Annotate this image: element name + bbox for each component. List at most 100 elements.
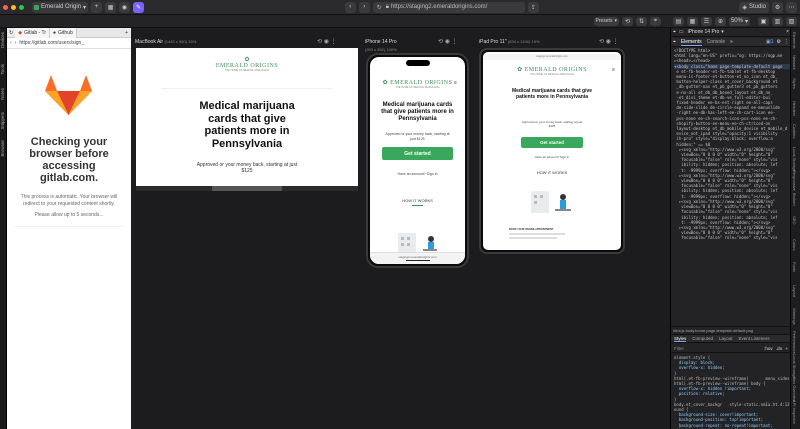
sidebar-toggle-icon[interactable]: ▧ (786, 16, 797, 26)
tab-console[interactable]: Console (707, 39, 725, 45)
zoom-select[interactable]: 50% ▾ (728, 16, 750, 26)
sign-in-link[interactable]: Have an account? Sign in (380, 172, 455, 176)
iphone-viewport[interactable]: ✿ EMERALD ORIGINS THE HOME OF MEDICAL MA… (370, 57, 465, 264)
get-started-button[interactable]: Get started (521, 137, 583, 148)
device-toggle-icon[interactable]: ▭ (679, 29, 684, 35)
devtools-rail-item[interactable]: Seo Overview (792, 377, 797, 402)
close-icon[interactable]: × (786, 29, 789, 35)
view-mode-icon[interactable]: ▤ (672, 16, 684, 26)
project-selector[interactable]: Emerald Origin ▾ (32, 1, 89, 13)
style-rule-line[interactable]: body.et_cover_backgr style-static.nm1a.h… (674, 402, 790, 407)
devtools-rail-item[interactable]: Colors (792, 239, 797, 251)
sync-scroll-icon[interactable]: ⇅ (635, 16, 647, 26)
dom-node-line[interactable]: _db-gutter-nav et_pb_gutter3 et_pb_gutte… (674, 84, 790, 89)
dom-node-line[interactable]: ibility: hidden; position: absolute; lef (674, 215, 790, 220)
devtools-rail-item[interactable]: Cookies (792, 124, 797, 138)
device-actions[interactable]: ⟲ ◉ ⋮ (599, 38, 619, 45)
panel-icon[interactable]: ▥ (772, 16, 783, 26)
back-button[interactable]: ‹ (344, 1, 356, 13)
devtools-rail-item[interactable]: Elements (792, 32, 797, 49)
grid-view-icon[interactable]: ▦ (686, 16, 698, 26)
inspect-element-icon[interactable]: ⌖ (673, 39, 676, 45)
dom-breadcrumb[interactable]: html.js body.home.page-template-default.… (671, 326, 791, 334)
devtools-rail-item[interactable]: Styles (792, 78, 797, 89)
zoom-in-icon[interactable]: ⊕ (714, 16, 726, 26)
ipad-viewport[interactable]: staging2.emeraldorigins.com ✿ EMERALD OR… (483, 52, 621, 250)
camera-icon[interactable]: ◉ (119, 1, 131, 13)
forward-button[interactable]: › (358, 1, 370, 13)
tab-computed[interactable]: Computed (692, 336, 713, 341)
devtools-device-select[interactable]: iPhone 14 Pro (688, 29, 720, 35)
studio-button[interactable]: ◈ Studio (739, 1, 770, 13)
settings-icon[interactable]: ⚙ (777, 39, 781, 45)
inspect-icon[interactable]: ⌖ (649, 16, 661, 26)
side-browser-url-bar[interactable]: ‹ › https://gitlab.com/users/sign_ (7, 38, 131, 49)
layout-icon[interactable]: ▦ (105, 1, 117, 13)
device-actions[interactable]: ⟲ ◉ ⋮ (317, 38, 337, 45)
devtools-rail-item[interactable]: Layout (792, 285, 797, 297)
rail-item-snippets[interactable]: Snippets (0, 112, 7, 130)
rail-item-browser[interactable]: Browser (0, 140, 7, 157)
devtools-rail-item[interactable]: Local Storage (792, 354, 797, 379)
tab-gitlab[interactable]: ◆ Gitlab - Tr (15, 27, 51, 38)
reload-icon[interactable]: ↻ (7, 30, 15, 36)
more-icon[interactable]: ⋮ (784, 39, 789, 45)
dom-node-line[interactable]: ih-pro" style="display:block; overflow:a (674, 136, 790, 141)
minimize-window-icon[interactable] (11, 4, 16, 10)
dom-node-line[interactable]: -right ee-db-has-left-ee-ch-cart-icon ee… (674, 110, 790, 115)
reload-icon[interactable]: ↻ (377, 4, 382, 11)
tab-layout[interactable]: Layout (719, 336, 733, 341)
url-bar[interactable]: ↻ 🔒︎ https://staging2.emeraldorigins.com… (372, 1, 525, 13)
devtools-rail-item[interactable]: Network (792, 55, 797, 70)
add-style-rule-icon[interactable]: + (785, 346, 788, 351)
share-icon[interactable]: ⇪ (527, 1, 539, 13)
forward-icon[interactable]: › (15, 40, 17, 46)
devtools-dock-icon[interactable]: ▣ (758, 16, 769, 26)
back-icon[interactable]: ‹ (10, 40, 12, 46)
devtools-rail-item[interactable]: API Inspector (792, 400, 797, 424)
styles-pane[interactable]: element.style { display: block; overflow… (674, 355, 790, 429)
zoom-window-icon[interactable] (19, 4, 24, 10)
dom-node-line[interactable]: ibility: hidden; position: absolute; lef (674, 188, 790, 193)
add-tab-button[interactable]: + (91, 1, 103, 13)
presets-button[interactable]: Presets ▾ (593, 16, 619, 26)
mobile-url-bar[interactable]: staging2.emeraldorigins.com (370, 252, 465, 264)
device-actions[interactable]: ⟲ ◉ ⋮ (438, 38, 458, 45)
macbook-viewport[interactable]: ✿ EMERALD ORIGINS THE HOME OF MEDICAL MA… (136, 48, 358, 186)
tab-event-listeners[interactable]: Event Listeners (739, 336, 770, 341)
columns-icon[interactable]: ☰ (700, 16, 712, 26)
devtools-rail-item[interactable]: Broken (792, 193, 797, 206)
ipad-url-bar[interactable]: staging2.emeraldorigins.com (483, 54, 621, 60)
cls-toggle[interactable]: .cls (776, 346, 783, 351)
rail-item-devices[interactable]: Devices (0, 32, 7, 48)
tab-styles[interactable]: Styles (674, 336, 687, 342)
issues-badge[interactable]: ▣1 (766, 39, 774, 45)
devtools-rail-item[interactable]: Performance (792, 331, 797, 354)
more-tabs-icon[interactable]: » (730, 39, 733, 45)
styles-filter-input[interactable]: Filter (674, 346, 764, 351)
devtools-rail-item[interactable]: Responsive (792, 170, 797, 191)
hamburger-icon[interactable]: ≡ (454, 80, 457, 86)
devtools-rail-item[interactable]: Fonts (792, 262, 797, 272)
hamburger-icon[interactable]: ≡ (612, 67, 615, 73)
devtools-rail-item[interactable]: SEO (792, 216, 797, 224)
add-tab-icon[interactable]: + (122, 30, 131, 36)
rotate-icon[interactable]: ⟲ (621, 16, 633, 26)
tab-elements[interactable]: Elements (680, 39, 702, 46)
inspect-icon[interactable]: ⌖ (673, 29, 676, 35)
more-icon[interactable]: ⋯ (786, 1, 798, 13)
rail-item-notes[interactable]: Notes (0, 88, 7, 100)
rail-item-tools[interactable]: Tools (0, 64, 7, 75)
dom-node-line[interactable]: focusable="false" role="none" style="vis (674, 209, 790, 214)
dom-node-line[interactable]: focusable="false" role="none" style="vis (674, 235, 790, 240)
devtools-rail-item[interactable]: Warnings (792, 308, 797, 325)
sign-in-link[interactable]: Have an account? Sign in (513, 155, 591, 159)
settings-icon[interactable]: ⚙ (772, 1, 784, 13)
close-window-icon[interactable] (3, 4, 8, 10)
dom-node-line[interactable]: ibility: hidden; position: absolute; lef (674, 162, 790, 167)
dom-tree[interactable]: <!DOCTYPE html> <html lang="en-US" prefix… (674, 48, 790, 325)
tab-github[interactable]: ● Github (50, 27, 77, 38)
get-started-button[interactable]: Get started (382, 147, 453, 160)
devtools-rail-item[interactable]: Headers (792, 101, 797, 116)
pen-tool-icon[interactable]: ✎ (133, 1, 145, 13)
